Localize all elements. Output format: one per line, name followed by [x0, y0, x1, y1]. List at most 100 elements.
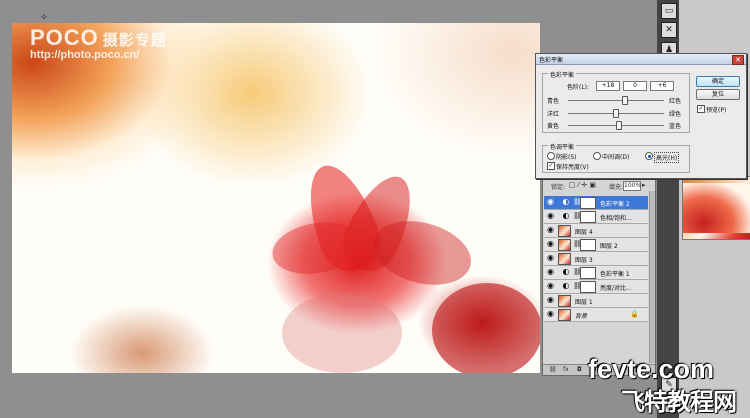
- layer-row[interactable]: ◉ 背景 🔒: [544, 308, 648, 322]
- layer-thumbnail: [558, 225, 571, 237]
- slider-left-label: 黄色: [547, 123, 560, 130]
- ok-button[interactable]: 确定: [696, 76, 740, 87]
- layer-name: 色相/饱和...: [600, 215, 632, 222]
- layers-scrollbar[interactable]: [649, 191, 655, 363]
- fill-input[interactable]: 100%: [623, 181, 641, 191]
- layer-row[interactable]: ◉ ◐ ⛓ 色彩平衡 1: [544, 266, 648, 280]
- levels-label: 色阶(L):: [567, 84, 590, 91]
- level-magenta-green-input[interactable]: 0: [623, 81, 647, 91]
- layer-mask[interactable]: [580, 211, 596, 223]
- crosshair-cursor-icon: ✧: [40, 13, 48, 23]
- fill-dropdown-icon[interactable]: ▸: [642, 181, 646, 189]
- shadows-radio[interactable]: [547, 152, 555, 160]
- layer-name: 亮度/对比...: [600, 285, 632, 292]
- midtones-radio[interactable]: [593, 152, 601, 160]
- poco-watermark: POCO 摄影专题 http://photo.poco.cn/: [30, 25, 167, 61]
- fill-label: 填充:: [609, 184, 624, 191]
- document-canvas[interactable]: POCO 摄影专题 http://photo.poco.cn/: [12, 23, 540, 373]
- layer-thumbnail: [558, 309, 571, 321]
- flower-petal: [282, 293, 402, 373]
- level-yellow-blue-input[interactable]: +6: [650, 81, 674, 91]
- layer-name: 色彩平衡 1: [600, 271, 630, 278]
- lock-icon: 🔒: [630, 310, 639, 318]
- layer-name: 色彩平衡 2: [600, 201, 630, 208]
- layer-row[interactable]: ◉ 图层 3: [544, 252, 648, 266]
- layer-row[interactable]: ◉ ⛓ 图层 2: [544, 238, 648, 252]
- branding-cn: 飞特教程网: [621, 388, 737, 416]
- eye-icon[interactable]: ◉: [547, 296, 555, 304]
- layer-name: 图层 3: [575, 257, 593, 264]
- level-cyan-red-input[interactable]: +18: [596, 81, 620, 91]
- eye-icon[interactable]: ◉: [547, 310, 555, 318]
- eye-icon[interactable]: ◉: [547, 226, 555, 234]
- color-balance-legend: 色彩平衡: [548, 70, 577, 79]
- layer-mask[interactable]: [580, 197, 596, 209]
- adjustment-layer-icon: ◐: [562, 197, 570, 206]
- magenta-green-slider[interactable]: [613, 109, 619, 118]
- highlights-radio[interactable]: [645, 152, 653, 160]
- dialog-title: 色彩平衡: [539, 57, 564, 64]
- eye-icon[interactable]: ◉: [547, 282, 555, 290]
- color-balance-dialog: 色彩平衡 ✕ 色彩平衡 色阶(L): +18 0 +6 青色 红色 洋红 绿色 …: [535, 53, 747, 179]
- layer-thumbnail: [558, 295, 571, 307]
- site-branding: fevte.com 飞特教程网: [583, 354, 750, 418]
- eye-icon[interactable]: ◉: [547, 240, 555, 248]
- layers-panel: 锁定: □ ⁄ ✛ ▣ 填充: 100% ▸ ◉ ◐ ⛓ 色彩平衡 2 ◉ ◐ …: [542, 178, 656, 376]
- layer-mask[interactable]: [580, 281, 596, 293]
- yellow-blue-slider[interactable]: [615, 121, 622, 130]
- dialog-titlebar[interactable]: 色彩平衡 ✕: [536, 54, 746, 65]
- eye-icon[interactable]: ◉: [547, 198, 555, 206]
- eye-icon[interactable]: ◉: [547, 212, 555, 220]
- poco-logo-cn: 摄影专题: [102, 32, 167, 49]
- preview-checkbox[interactable]: ✓: [697, 105, 705, 113]
- layer-thumbnail: [558, 253, 571, 265]
- layer-name: 图层 4: [575, 229, 593, 236]
- fx-icon[interactable]: fx: [563, 366, 569, 373]
- layer-name: 图层 1: [575, 299, 593, 306]
- layer-mask[interactable]: [580, 239, 596, 251]
- layer-row[interactable]: ◉ ◐ ⛓ 色彩平衡 2: [544, 196, 648, 210]
- tools-icon[interactable]: ✕: [661, 22, 677, 38]
- adjustment-layer-icon: ◐: [562, 267, 570, 276]
- eye-icon[interactable]: ◉: [547, 268, 555, 276]
- slider-left-label: 洋红: [547, 111, 560, 118]
- slider-left-label: 青色: [547, 98, 560, 105]
- reset-button[interactable]: 复位: [696, 89, 740, 100]
- slider-right-label: 绿色: [669, 111, 682, 118]
- add-mask-icon[interactable]: ◘: [577, 366, 582, 373]
- panel-toggle-icon[interactable]: ▭: [661, 3, 677, 19]
- adjustment-layer-icon: ◐: [562, 211, 570, 220]
- layer-row[interactable]: ◉ ◐ ⛓ 亮度/对比...: [544, 280, 648, 294]
- slider-right-label: 红色: [669, 98, 682, 105]
- layer-thumbnail: [558, 239, 571, 251]
- branding-en: fevte.com: [588, 354, 715, 384]
- layer-name: 图层 2: [600, 243, 618, 250]
- layers-options-bar: 锁定: □ ⁄ ✛ ▣ 填充: 100% ▸: [543, 181, 655, 191]
- layer-mask[interactable]: [580, 267, 596, 279]
- close-icon[interactable]: ✕: [732, 55, 744, 65]
- color-balance-group: 色彩平衡 色阶(L): +18 0 +6 青色 红色 洋红 绿色 黄色 蓝色: [542, 70, 690, 133]
- adjustment-layer-icon: ◐: [562, 281, 570, 290]
- shadows-label: 阴影(S): [556, 154, 577, 161]
- eye-icon[interactable]: ◉: [547, 254, 555, 262]
- tone-balance-group: 色调平衡 阴影(S) 中间调(D) 高光(H) ✓ 保持亮度(V): [542, 142, 690, 173]
- link-layers-icon[interactable]: ⛓: [549, 366, 557, 373]
- cyan-red-slider[interactable]: [621, 96, 628, 105]
- layer-row[interactable]: ◉ 图层 4: [544, 224, 648, 238]
- lock-icons[interactable]: □ ⁄ ✛ ▣: [569, 181, 596, 189]
- layer-row[interactable]: ◉ ◐ ⛓ 色相/饱和...: [544, 210, 648, 224]
- layer-name: 背景: [575, 313, 588, 320]
- poco-logo: POCO: [30, 25, 99, 50]
- midtones-label: 中间调(D): [602, 154, 630, 161]
- preserve-luminosity-label: 保持亮度(V): [556, 164, 589, 171]
- highlights-label: 高光(H): [654, 152, 680, 163]
- preserve-luminosity-checkbox[interactable]: ✓: [547, 162, 555, 170]
- tone-balance-legend: 色调平衡: [548, 142, 577, 151]
- flower-petal: [432, 283, 540, 373]
- navigator-thumbnail[interactable]: [682, 176, 750, 240]
- slider-right-label: 蓝色: [669, 123, 682, 130]
- preview-label: 预览(P): [706, 107, 727, 114]
- cyan-red-track: [568, 100, 664, 101]
- layer-row[interactable]: ◉ 图层 1: [544, 294, 648, 308]
- lock-label: 锁定:: [551, 184, 566, 191]
